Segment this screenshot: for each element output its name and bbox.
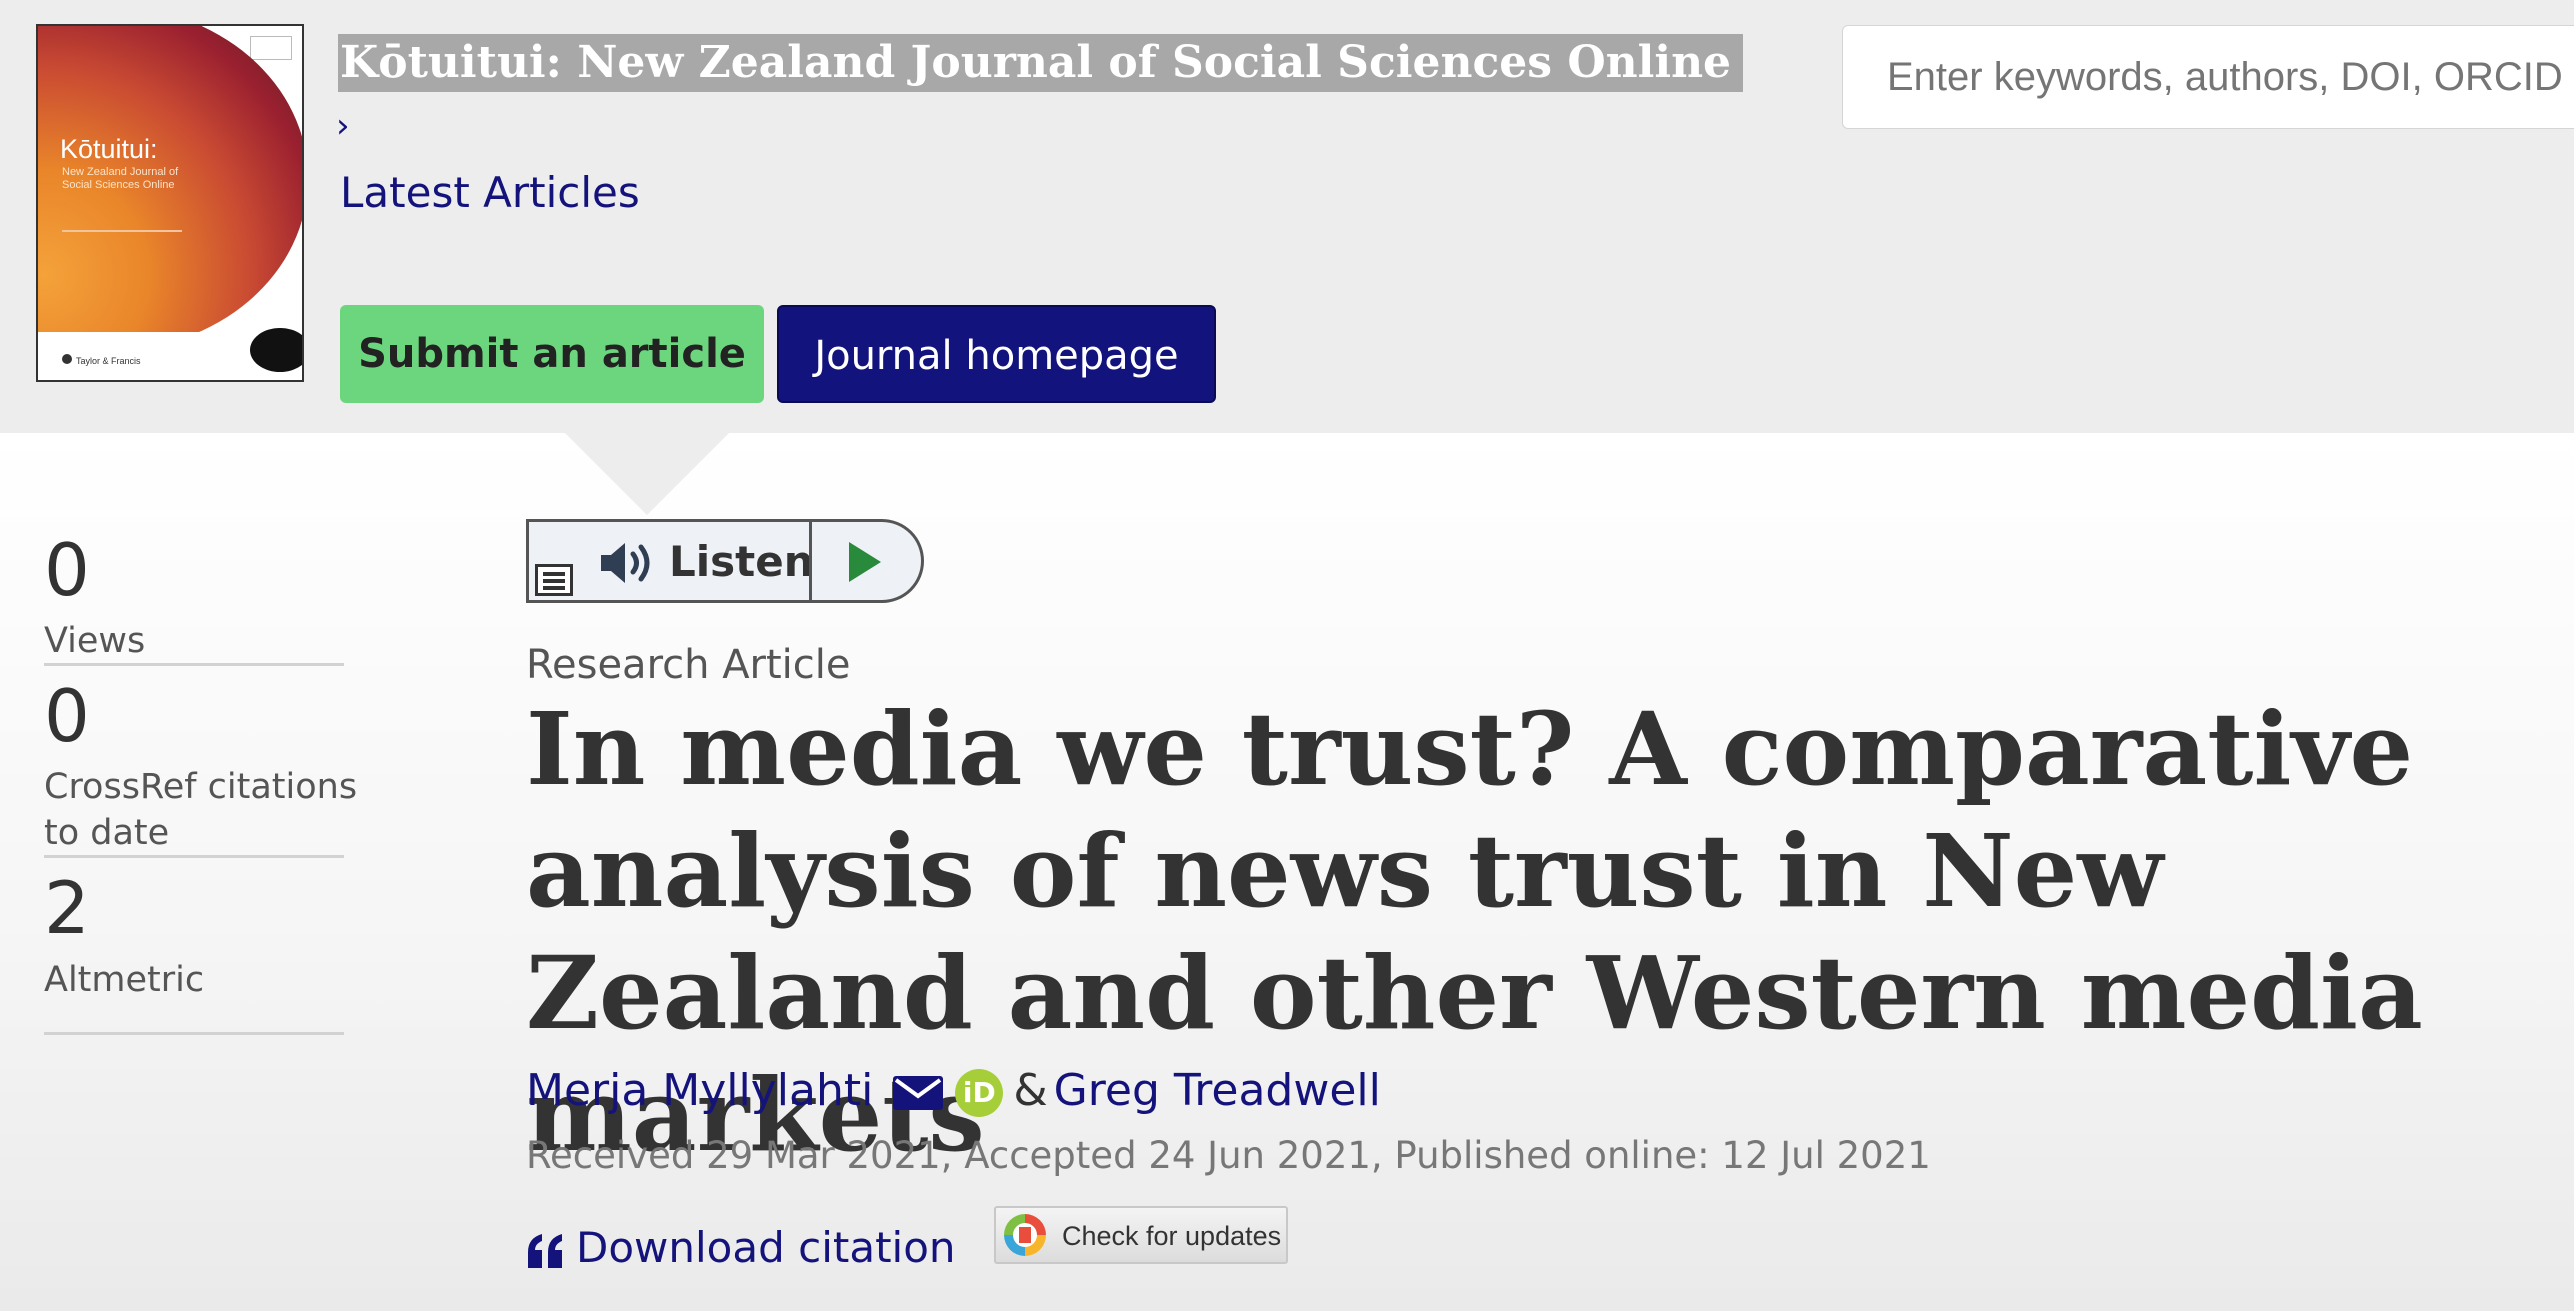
cover-subtitle: New Zealand Journal of Social Sciences O… — [62, 166, 179, 191]
author-link[interactable]: Merja Myllylahti — [526, 1065, 873, 1116]
download-citation-label: Download citation — [576, 1223, 956, 1272]
journal-homepage-button[interactable]: Journal homepage — [777, 305, 1216, 403]
crossref-citations-count[interactable]: 0 — [44, 674, 90, 758]
mail-icon[interactable] — [893, 1076, 944, 1110]
views-count: 0 — [44, 528, 90, 612]
header-pointer — [565, 433, 729, 515]
metrics-divider — [44, 1032, 344, 1035]
check-for-updates-button[interactable]: Check for updates — [994, 1206, 1288, 1264]
author-separator: & — [1013, 1065, 1048, 1116]
latest-articles-link[interactable]: Latest Articles — [340, 168, 640, 217]
author-link[interactable]: Greg Treadwell — [1054, 1065, 1381, 1116]
search-input[interactable] — [1842, 25, 2574, 129]
views-label: Views — [44, 621, 146, 661]
altmetric-label: Altmetric — [44, 960, 205, 1000]
journal-header: Kōtuitui: New Zealand Journal of Social … — [0, 0, 2574, 433]
quote-icon — [528, 1233, 562, 1268]
metrics-divider — [44, 855, 344, 858]
listen-widget[interactable]: Listen — [526, 519, 924, 603]
download-citation-link[interactable]: Download citation — [526, 1223, 956, 1272]
crossref-citations-label: CrossRef citations to date — [44, 767, 358, 853]
check-for-updates-label: Check for updates — [1062, 1221, 1282, 1251]
breadcrumb-separator: › — [336, 106, 350, 146]
menu-icon[interactable] — [535, 564, 573, 596]
play-icon[interactable] — [849, 542, 881, 582]
submit-article-button[interactable]: Submit an article — [340, 305, 764, 403]
crossmark-icon — [1004, 1214, 1046, 1256]
author-list: Merja Myllylahti iD & Greg Treadwell — [526, 1060, 1381, 1122]
cover-title: Kōtuitui: — [60, 134, 158, 164]
speaker-icon — [601, 543, 650, 583]
metrics-divider — [44, 663, 344, 666]
orcid-icon[interactable]: iD — [955, 1069, 1004, 1117]
publication-history: Received 29 Mar 2021, Accepted 24 Jun 20… — [526, 1134, 1931, 1177]
article-type-label: Research Article — [526, 642, 851, 688]
altmetric-count[interactable]: 2 — [44, 866, 90, 950]
listen-button-label[interactable]: Listen — [669, 534, 814, 590]
cover-publisher: Taylor & Francis — [76, 356, 141, 366]
journal-cover-image[interactable]: Kōtuitui: New Zealand Journal of Social … — [36, 24, 304, 382]
journal-title-link[interactable]: Kōtuitui: New Zealand Journal of Social … — [338, 34, 1744, 92]
